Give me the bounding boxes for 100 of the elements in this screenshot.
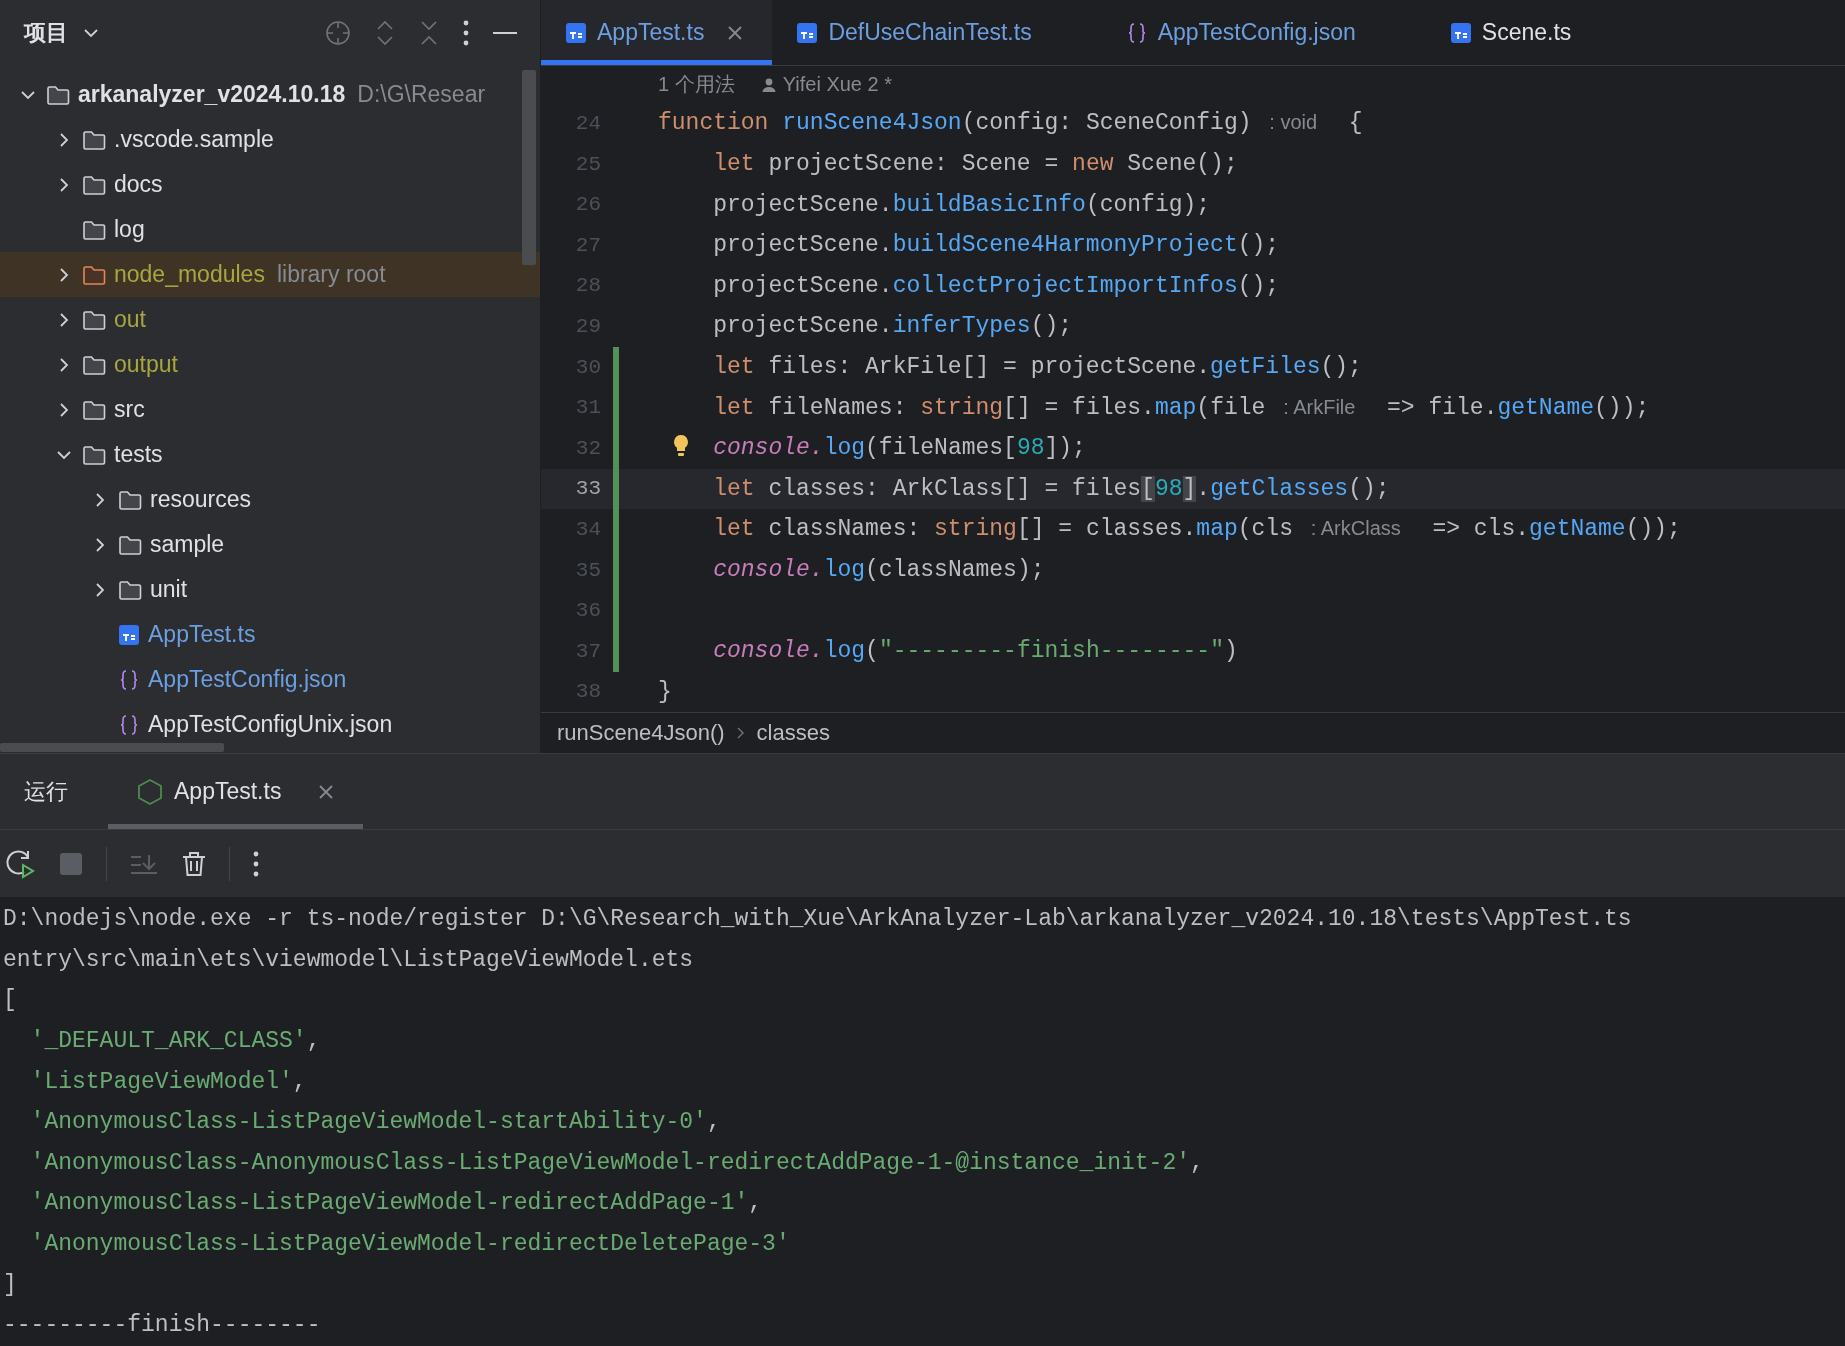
keyword: let xyxy=(712,475,756,502)
code-text: (); xyxy=(1030,313,1073,340)
change-marker[interactable] xyxy=(613,346,619,388)
keyword: function xyxy=(658,110,770,137)
number-literal: 98 xyxy=(1154,475,1183,502)
code-text: fileNames: xyxy=(768,394,908,421)
code-text: ()); xyxy=(1594,394,1650,421)
locate-icon xyxy=(324,19,352,47)
tree-item-label[interactable]: AppTestConfig.json xyxy=(148,666,347,693)
code-text: classes: ArkClass[] = files xyxy=(768,475,1142,502)
tree-item-label[interactable]: tests xyxy=(114,441,163,468)
breadcrumb[interactable]: runScene4Json() xyxy=(557,720,725,747)
bracket: ] xyxy=(1182,475,1197,502)
scrollbar[interactable] xyxy=(0,743,224,752)
function-name: getName xyxy=(1497,394,1595,421)
code-text: projectScene. xyxy=(712,272,893,299)
type-hint: : void xyxy=(1268,111,1319,134)
code-text: projectScene. xyxy=(712,191,893,218)
tree-item-label[interactable]: out xyxy=(114,306,146,333)
code-text: classNames: xyxy=(768,516,922,543)
scrollbar[interactable] xyxy=(522,70,536,265)
code-text: => file. xyxy=(1386,394,1498,421)
string-literal: 'AnonymousClass-ListPageViewModel-redirectDeletePage-3' xyxy=(29,1231,790,1258)
tree-item-label[interactable]: AppTestConfigUnix.json xyxy=(148,711,393,738)
editor-tab[interactable]: AppTest.ts xyxy=(541,0,773,66)
string-literal: 'ListPageViewModel' xyxy=(29,1068,293,1095)
string-literal: 'AnonymousClass-AnonymousClass-ListPageViewModel-redirectAddPage-1-@instance_init-2' xyxy=(29,1149,1190,1176)
editor-tab[interactable]: DefUseChainTest.ts xyxy=(772,0,1102,66)
expand-icon xyxy=(374,19,396,47)
keyword: string xyxy=(920,394,1004,421)
string-literal: 'AnonymousClass-ListPageViewModel-startAbility-0' xyxy=(29,1109,707,1136)
code-text: (); xyxy=(1237,272,1280,299)
minimize-icon xyxy=(492,29,518,37)
tree-item-label[interactable]: unit xyxy=(150,576,188,603)
editor-tab[interactable]: Scene.ts xyxy=(1425,0,1642,66)
code-text: [] = classes. xyxy=(1016,516,1197,543)
code-text: (); xyxy=(1348,475,1390,502)
keyword: let xyxy=(712,394,756,421)
usages-hint[interactable]: 1 个用法 xyxy=(658,71,735,99)
panel-title[interactable]: 项目 xyxy=(24,18,68,48)
console-object: console. xyxy=(712,557,824,583)
code-text: , xyxy=(292,1068,307,1095)
tree-item-label[interactable]: output xyxy=(114,351,178,378)
code-text: (config: SceneConfig) xyxy=(961,110,1253,137)
change-marker[interactable] xyxy=(613,630,619,672)
function-name: map xyxy=(1154,394,1197,421)
code-text: (); xyxy=(1237,232,1280,259)
code-text: , xyxy=(748,1190,763,1217)
file-icon xyxy=(565,21,587,44)
code-text: (fileNames[ xyxy=(865,435,1017,462)
code-text: projectScene. xyxy=(712,313,893,340)
close-icon xyxy=(726,23,745,42)
tree-item-highlight[interactable]: node_modules library root xyxy=(0,252,540,297)
keyword: let xyxy=(712,151,756,178)
console-object: console. xyxy=(712,435,824,462)
keyword: let xyxy=(712,516,756,543)
code-text: (cls xyxy=(1237,516,1294,543)
code-text: [] = files. xyxy=(1003,394,1155,421)
function-name: buildBasicInfo xyxy=(892,191,1086,218)
breadcrumb[interactable]: classes xyxy=(756,720,830,747)
function-name: getClasses xyxy=(1210,475,1349,502)
code-text: files: ArkFile[] = projectScene. xyxy=(768,354,1211,381)
tree-item-label[interactable]: log xyxy=(114,216,145,243)
function-name: log xyxy=(823,557,866,583)
string-literal: "---------finish--------" xyxy=(878,638,1224,665)
code-text: (); xyxy=(1320,354,1362,381)
function-name: log xyxy=(823,435,866,462)
code-text: ()); xyxy=(1625,516,1681,543)
function-name: inferTypes xyxy=(892,313,1031,340)
run-tab[interactable]: AppTest.ts xyxy=(108,754,364,829)
tree-item-label[interactable]: .vscode.sample xyxy=(114,126,274,153)
code-text: ---------finish-------- xyxy=(3,1312,321,1339)
code-text: [ xyxy=(3,987,17,1014)
code-text: Scene(); xyxy=(1127,151,1238,178)
file-icon xyxy=(1449,21,1472,44)
file-icon xyxy=(796,21,819,44)
tree-item-label[interactable]: arkanalyzer_v2024.10.18 xyxy=(78,81,346,108)
code-text: { xyxy=(1347,110,1363,137)
tree-item-label[interactable]: docs xyxy=(114,171,163,198)
function-name: getName xyxy=(1529,516,1626,543)
tree-item-label[interactable]: node_modules xyxy=(114,261,265,288)
keyword: let xyxy=(712,354,756,381)
author-hint[interactable]: Yifei Xue 2 * xyxy=(782,73,892,97)
hexagon-icon xyxy=(136,777,164,806)
code-text: => cls. xyxy=(1431,516,1530,543)
editor-tab[interactable]: AppTestConfig.json xyxy=(1101,0,1426,66)
tree-item-label[interactable]: resources xyxy=(150,486,251,513)
tree-item-label[interactable]: AppTest.ts xyxy=(148,621,256,648)
code-text: ( xyxy=(865,638,879,665)
bracket: [ xyxy=(1141,475,1155,502)
type-hint: : ArkFile xyxy=(1282,395,1357,418)
tree-item-hint: library root xyxy=(276,261,386,288)
close-icon xyxy=(317,782,336,801)
collapse-icon xyxy=(418,19,440,47)
tree-item-label[interactable]: src xyxy=(114,396,145,423)
code-text: . xyxy=(1196,475,1211,502)
tree-item-hint: D:\G\Resear xyxy=(357,81,486,108)
code-text: projectScene: Scene = xyxy=(768,151,1060,178)
tree-item-label[interactable]: sample xyxy=(150,531,225,558)
code-text: projectScene. xyxy=(712,232,893,259)
